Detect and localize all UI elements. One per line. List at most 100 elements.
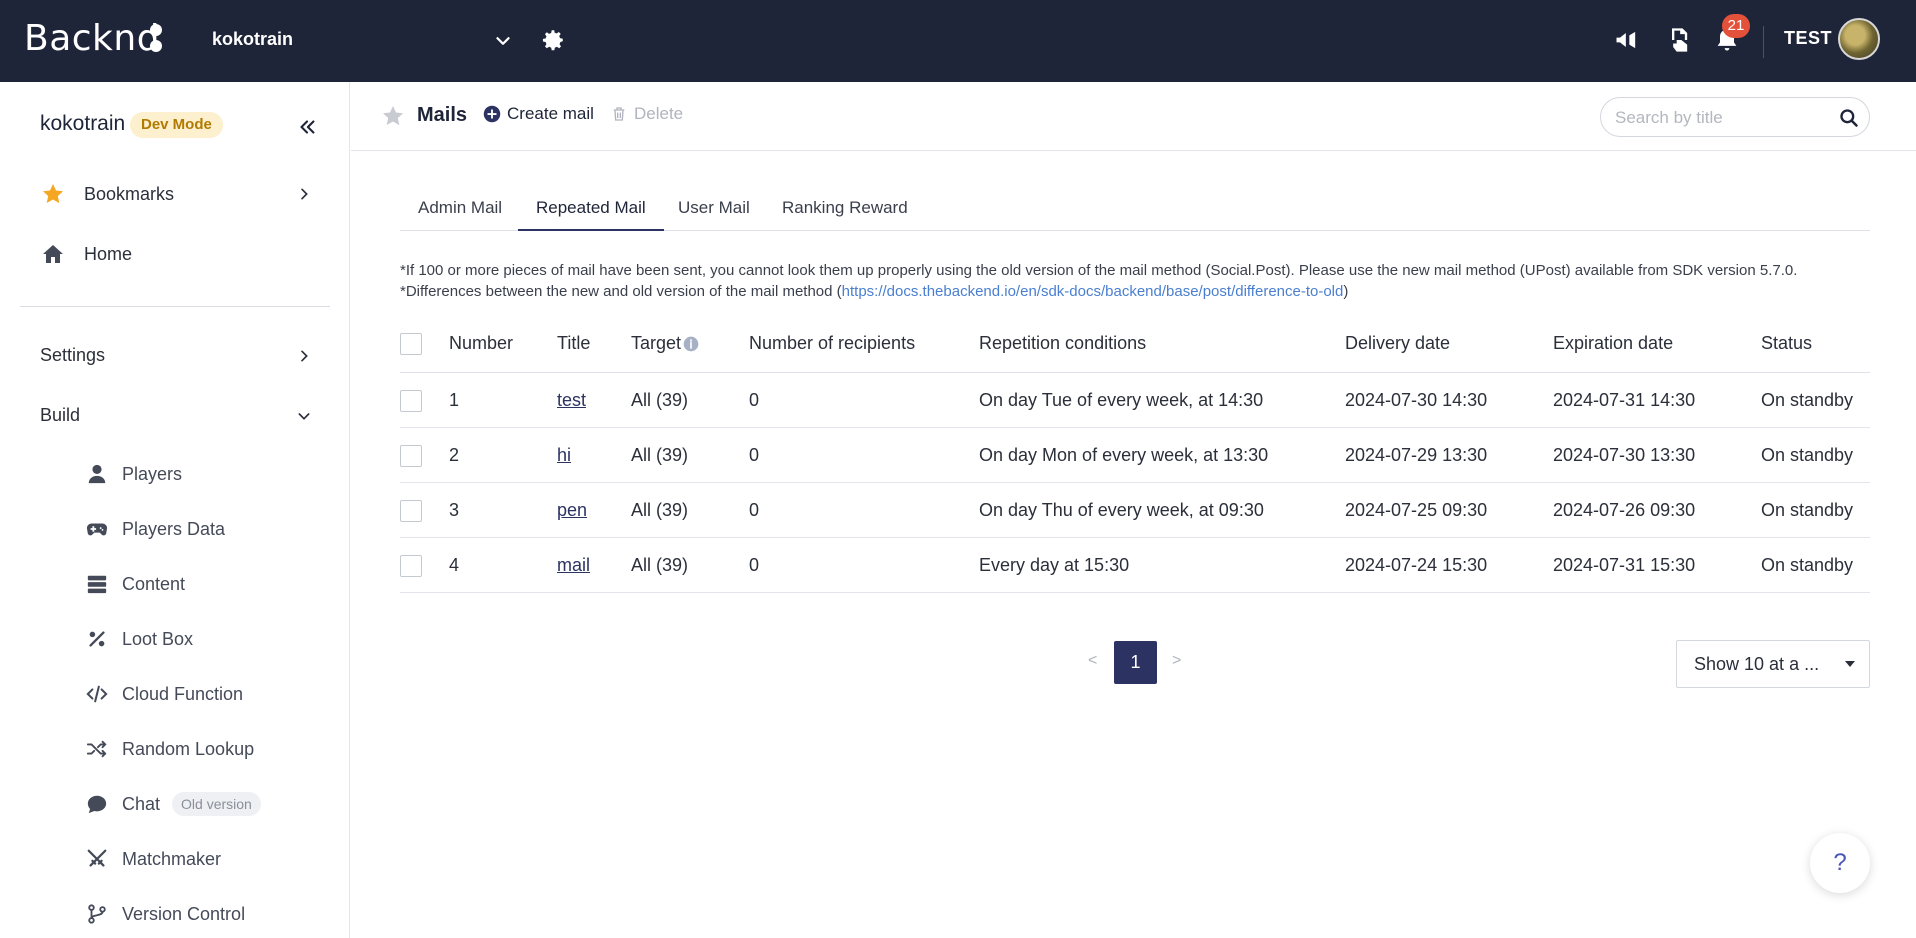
column-header[interactable]: Repetition conditions (979, 315, 1146, 372)
title-cell: mail (557, 539, 590, 592)
number-cell: 1 (449, 390, 460, 410)
document-hand-icon[interactable] (1665, 26, 1693, 54)
sidebar-item-label: Home (84, 243, 133, 264)
column-header[interactable]: Number of recipients (749, 315, 915, 372)
row-checkbox[interactable] (400, 444, 422, 467)
table-row[interactable]: 3 pen All (39) 0 On day Thu of every wee… (400, 484, 1870, 538)
notice-text: *Differences between the new and old ver… (400, 283, 842, 300)
shuffle-icon (84, 736, 110, 762)
chevron-right-icon[interactable] (296, 186, 312, 202)
delivery-date-cell: 2024-07-30 14:30 (1345, 390, 1488, 410)
row-checkbox[interactable] (400, 389, 422, 412)
notification-badge: 21 (1722, 14, 1750, 38)
swords-icon (84, 846, 110, 872)
table-row[interactable]: 2 hi All (39) 0 On day Mon of every week… (400, 429, 1870, 483)
sidebar-item-label: Chat (122, 793, 161, 814)
avatar[interactable] (1838, 18, 1880, 60)
create-mail-button[interactable]: Create mail (483, 104, 594, 124)
docs-link[interactable]: https://docs.thebackend.io/en/sdk-docs/b… (842, 283, 1344, 300)
target-cell: All (39) (631, 390, 689, 410)
tab-admin-mail[interactable]: Admin Mail (400, 188, 520, 231)
sidebar-item-label: Random Lookup (122, 738, 255, 759)
row-checkbox[interactable] (400, 554, 422, 577)
sidebar-item-label: Content (122, 573, 186, 594)
sidebar-item-loot-box[interactable]: Loot Box (84, 621, 193, 657)
sidebar-item-players[interactable]: Players (84, 456, 182, 492)
select-all-checkbox[interactable] (400, 332, 422, 355)
sidebar-item-matchmaker[interactable]: Matchmaker (84, 841, 221, 877)
row-select-cell (400, 484, 422, 537)
recipients-cell: 0 (749, 555, 760, 575)
table-row[interactable]: 4 mail All (39) 0 Every day at 15:30 202… (400, 539, 1870, 593)
sidebar-item-players-data[interactable]: Players Data (84, 511, 225, 547)
sidebar-item-version-control[interactable]: Version Control (84, 896, 245, 932)
tab-repeated-mail[interactable]: Repeated Mail (518, 188, 664, 231)
dev-mode-badge: Dev Mode (130, 112, 223, 138)
star-icon[interactable] (381, 104, 405, 128)
tab-ranking-reward[interactable]: Ranking Reward (764, 188, 926, 231)
recipients-cell: 0 (749, 445, 760, 465)
user-icon (84, 461, 110, 487)
sidebar-item-label: Players Data (122, 518, 226, 539)
expiration-date-cell: 2024-07-31 14:30 (1553, 390, 1696, 410)
sidebar-item-settings[interactable]: Settings (40, 345, 105, 366)
title-cell: pen (557, 484, 587, 537)
megaphone-icon[interactable] (1613, 26, 1641, 54)
sidebar-item-build[interactable]: Build (40, 405, 80, 426)
sidebar-item-label: Cloud Function (122, 683, 244, 704)
delivery-date-cell: 2024-07-29 13:30 (1345, 445, 1488, 465)
chevron-down-icon (496, 37, 510, 45)
project-selector[interactable]: kokotrain (212, 26, 512, 56)
prev-page-button[interactable]: < (1088, 652, 1097, 670)
expiration-date-cell: 2024-07-30 13:30 (1553, 445, 1696, 465)
search-input[interactable] (1615, 106, 1825, 130)
search-icon[interactable] (1839, 108, 1859, 128)
sidebar-project-name: kokotrain (40, 112, 126, 135)
repetition-cell: On day Tue of every week, at 14:30 (979, 390, 1264, 410)
star-icon (40, 181, 66, 207)
sidebar-item-cloud-function[interactable]: Cloud Function (84, 676, 243, 712)
sidebar-item-bookmarks[interactable]: Bookmarks (40, 174, 174, 214)
column-header[interactable]: Delivery date (1345, 315, 1450, 372)
recipients-cell: 0 (749, 500, 760, 520)
column-header[interactable]: Number (449, 315, 513, 372)
sidebar-item-random-lookup[interactable]: Random Lookup (84, 731, 254, 767)
tab-user-mail[interactable]: User Mail (660, 188, 768, 231)
help-button[interactable]: ? (1810, 833, 1870, 893)
backnd-logo[interactable]: Backnd (24, 18, 160, 59)
row-checkbox[interactable] (400, 499, 422, 522)
next-page-button[interactable]: > (1172, 652, 1181, 670)
user-name[interactable]: TEST (1784, 28, 1832, 49)
column-header-target[interactable]: Target (631, 315, 699, 372)
delete-label: Delete (634, 104, 684, 123)
column-header-label: Target (631, 333, 682, 353)
page-1-button[interactable]: 1 (1114, 641, 1157, 684)
mail-title-link[interactable]: mail (557, 555, 590, 576)
mail-title-link[interactable]: test (557, 390, 586, 411)
chevron-right-icon[interactable] (296, 348, 312, 364)
column-header[interactable]: Status (1761, 315, 1812, 372)
plus-circle-icon (483, 105, 501, 123)
collapse-sidebar-icon[interactable] (296, 116, 318, 138)
gear-icon[interactable] (540, 27, 566, 53)
sidebar-item-home[interactable]: Home (40, 234, 132, 274)
chevron-down-icon[interactable] (296, 408, 312, 424)
page-header: Mails Create mail Delete (351, 82, 1916, 151)
column-header[interactable]: Title (557, 315, 590, 372)
page-size-select[interactable]: Show 10 at a ... (1676, 640, 1870, 688)
column-header[interactable]: Expiration date (1553, 315, 1673, 372)
create-mail-label: Create mail (507, 104, 594, 123)
divider (1763, 26, 1764, 58)
info-icon[interactable] (683, 336, 699, 352)
page-size-value: Show 10 at a ... (1694, 654, 1820, 674)
mail-title-link[interactable]: pen (557, 500, 587, 521)
sidebar-item-content[interactable]: Content (84, 566, 185, 602)
sidebar-item-label: Loot Box (122, 628, 194, 649)
table-row[interactable]: 1 test All (39) 0 On day Tue of every we… (400, 374, 1870, 428)
gamepad-icon (84, 516, 110, 542)
sidebar-item-label: Players (122, 463, 183, 484)
sidebar-item-chat[interactable]: Chat Old version (84, 786, 261, 822)
mail-title-link[interactable]: hi (557, 445, 571, 466)
delete-button[interactable]: Delete (611, 104, 683, 124)
title-cell: test (557, 374, 586, 427)
